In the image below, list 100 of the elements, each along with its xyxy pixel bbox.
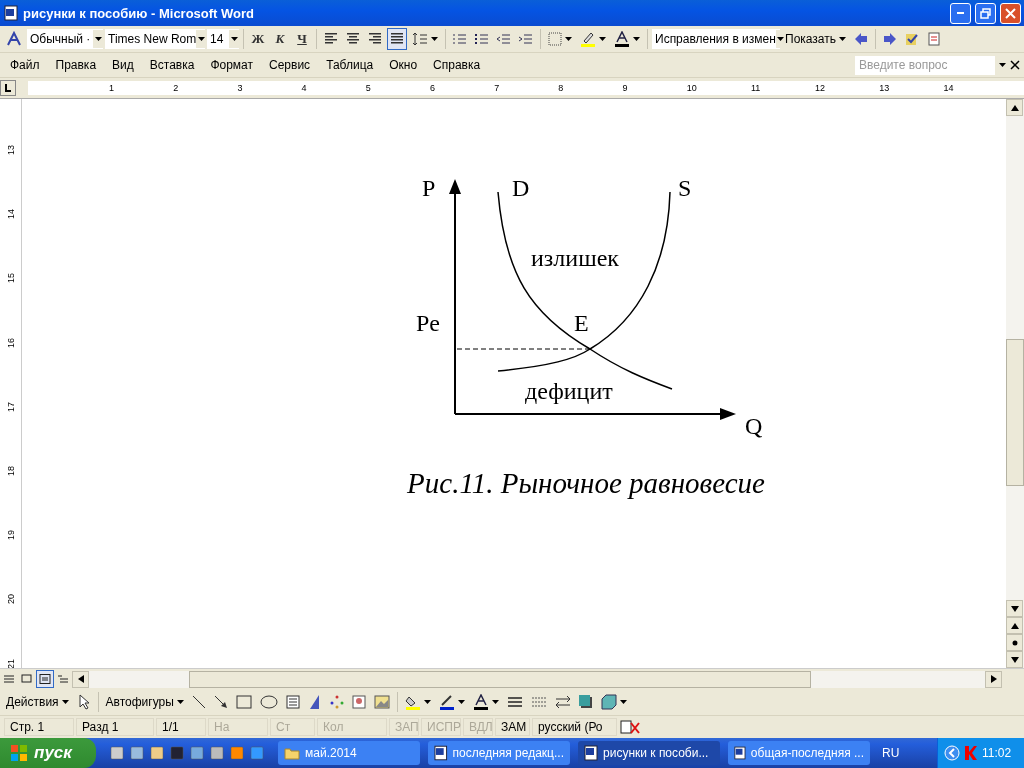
axis-label: Q — [745, 413, 763, 439]
page-icon — [39, 674, 51, 684]
caret-icon — [491, 700, 499, 704]
ruler-number: 8 — [558, 83, 565, 93]
caret-icon — [457, 700, 465, 704]
scroll-left-button[interactable] — [72, 670, 89, 688]
ruler-number: 12 — [815, 83, 827, 93]
scroll-right-button[interactable] — [985, 670, 1002, 688]
menu-item[interactable]: Таблица — [319, 56, 381, 74]
close-button[interactable] — [1000, 2, 1021, 24]
font-size-dropdown[interactable]: 14 — [207, 29, 239, 49]
taskbar-button[interactable]: рисунки к пособи... — [578, 741, 720, 765]
menu-item[interactable]: Вставка — [142, 56, 202, 74]
italic-button[interactable]: К — [270, 28, 290, 50]
taskbar-button[interactable]: общая-последняя ... — [728, 741, 870, 765]
quick-launch-icon[interactable] — [170, 746, 184, 760]
caret-icon — [197, 37, 205, 41]
taskbar-button[interactable]: май.2014 — [278, 741, 420, 765]
font-color-icon — [614, 31, 630, 47]
down-arrow-icon — [1010, 605, 1019, 612]
menu-item[interactable]: Правка — [48, 56, 104, 74]
font-dropdown[interactable]: Times New Rom — [105, 29, 205, 49]
align-button[interactable] — [387, 28, 407, 50]
quick-launch-icon[interactable] — [250, 746, 264, 760]
scroll-thumb[interactable] — [189, 670, 811, 688]
align-right-icon — [368, 33, 382, 45]
quick-launch-icon[interactable] — [190, 746, 204, 760]
minimize-icon — [957, 12, 964, 14]
underline-button[interactable]: Ч — [292, 28, 312, 50]
browse-object-button[interactable] — [1006, 634, 1023, 651]
quick-launch-icon[interactable] — [150, 746, 164, 760]
scroll-thumb[interactable] — [1006, 339, 1024, 486]
caret-icon — [423, 700, 431, 704]
quick-launch-icon[interactable] — [210, 746, 224, 760]
picture-icon — [373, 695, 390, 709]
dropdown-button[interactable] — [196, 30, 207, 48]
taskbar-button[interactable]: последняя редакц... — [428, 741, 570, 765]
menu-item[interactable]: Вид — [105, 56, 141, 74]
caret-icon — [599, 37, 606, 41]
close-icon[interactable] — [1009, 59, 1021, 71]
close-icon — [1005, 7, 1016, 19]
caret-icon — [61, 700, 69, 704]
windows-logo-icon — [10, 744, 28, 762]
ruler-number: 13 — [879, 83, 891, 93]
spelling-status-icon — [619, 719, 641, 735]
status-item: На — [208, 718, 268, 736]
scroll-up-button[interactable] — [1006, 99, 1023, 116]
caret-icon — [839, 37, 846, 41]
scroll-down-button[interactable] — [1006, 600, 1023, 617]
ruler-number: 18 — [5, 464, 16, 476]
document-icon — [434, 745, 448, 761]
style-dropdown[interactable]: Обычный · — [27, 29, 103, 49]
right-arrow-icon — [883, 32, 897, 46]
quick-launch-icon[interactable] — [110, 746, 124, 760]
caret-icon — [94, 37, 102, 41]
ruler-number: 15 — [5, 272, 16, 284]
figure-caption: Рис.11. Рыночное равновесие — [407, 467, 765, 500]
decrease-indent-icon — [497, 33, 511, 45]
window-title: рисунки к пособию - Microsoft Word — [23, 5, 256, 21]
bold-button[interactable]: Ж — [248, 28, 268, 50]
rectangle-icon — [235, 695, 252, 709]
line-icon — [191, 695, 206, 709]
quick-launch-icon[interactable] — [230, 746, 244, 760]
ruler-number: 6 — [429, 83, 436, 93]
show-menu-button[interactable]: Показать — [782, 28, 849, 50]
restore-icon — [980, 7, 991, 19]
previous-page-button[interactable] — [1006, 617, 1023, 634]
menu-item[interactable]: Файл — [3, 56, 47, 74]
arrows-icon — [554, 695, 571, 709]
tab-stop-icon[interactable] — [0, 80, 16, 96]
status-item: ИСПР — [421, 718, 461, 736]
autoshapes-menu[interactable]: Автофигуры — [102, 691, 187, 713]
dropdown-button[interactable] — [93, 30, 103, 48]
quick-launch-icon[interactable] — [130, 746, 144, 760]
clipart-icon — [351, 695, 366, 709]
menu-item[interactable]: Справка — [426, 56, 488, 74]
dropdown-button[interactable] — [229, 30, 239, 48]
menu-item[interactable]: Формат — [203, 56, 261, 74]
start-button[interactable]: пуск — [0, 738, 96, 768]
actions-menu[interactable]: Действия — [3, 691, 72, 713]
pen-icon — [438, 694, 455, 710]
lines-icon — [3, 674, 15, 684]
next-page-button[interactable] — [1006, 651, 1023, 668]
menu-item[interactable]: Сервис — [262, 56, 318, 74]
view-button[interactable] — [36, 670, 54, 688]
font-color-icon — [472, 694, 489, 710]
ruler-number: 7 — [494, 83, 501, 93]
letter-a-icon — [6, 31, 22, 47]
restore-button[interactable] — [975, 2, 996, 24]
menu-item[interactable]: Окно — [382, 56, 425, 74]
wordart-icon — [307, 694, 322, 710]
document-icon — [734, 745, 746, 761]
pointer-icon — [77, 694, 90, 710]
shadow-icon — [578, 695, 593, 709]
status-item: ВДЛ — [463, 718, 493, 736]
language-indicator[interactable]: RU — [882, 746, 912, 760]
deficit-label: дефицит — [525, 378, 613, 404]
status-item: ЗАП — [389, 718, 419, 736]
minimize-button[interactable] — [950, 2, 971, 24]
expand-tray-icon[interactable] — [944, 745, 960, 761]
